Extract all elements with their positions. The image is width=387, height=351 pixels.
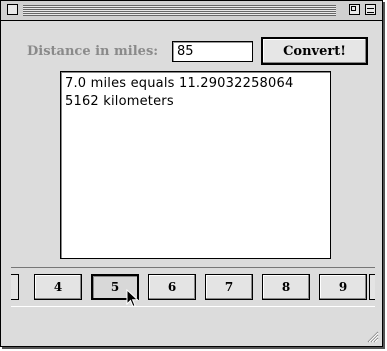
partial-button-right[interactable] <box>369 274 375 300</box>
number-button-6[interactable]: 6 <box>148 274 196 300</box>
result-text: 7.0 miles equals 11.29032258064 5162 kil… <box>65 76 294 109</box>
miles-input[interactable] <box>172 41 253 62</box>
number-button-7[interactable]: 7 <box>205 274 253 300</box>
number-button-9[interactable]: 9 <box>319 274 367 300</box>
zoom-box-icon[interactable] <box>349 4 360 15</box>
mouse-pointer-icon <box>126 289 139 308</box>
number-button-4[interactable]: 4 <box>34 274 82 300</box>
convert-button[interactable]: Convert! <box>261 37 368 65</box>
partial-button-left[interactable] <box>11 274 19 300</box>
close-box-icon[interactable] <box>7 4 18 15</box>
title-bar-stripes <box>23 5 336 16</box>
result-text-area[interactable]: 7.0 miles equals 11.29032258064 5162 kil… <box>60 71 331 259</box>
converter-window: Distance in miles: Convert! 7.0 miles eq… <box>0 0 383 347</box>
collapse-box-icon[interactable] <box>365 4 376 15</box>
miles-label: Distance in miles: <box>27 44 159 59</box>
resize-grip-icon[interactable] <box>365 329 379 343</box>
number-button-8[interactable]: 8 <box>262 274 310 300</box>
number-button-strip: 4 5 6 7 8 9 <box>11 267 375 307</box>
title-bar[interactable] <box>1 1 382 21</box>
